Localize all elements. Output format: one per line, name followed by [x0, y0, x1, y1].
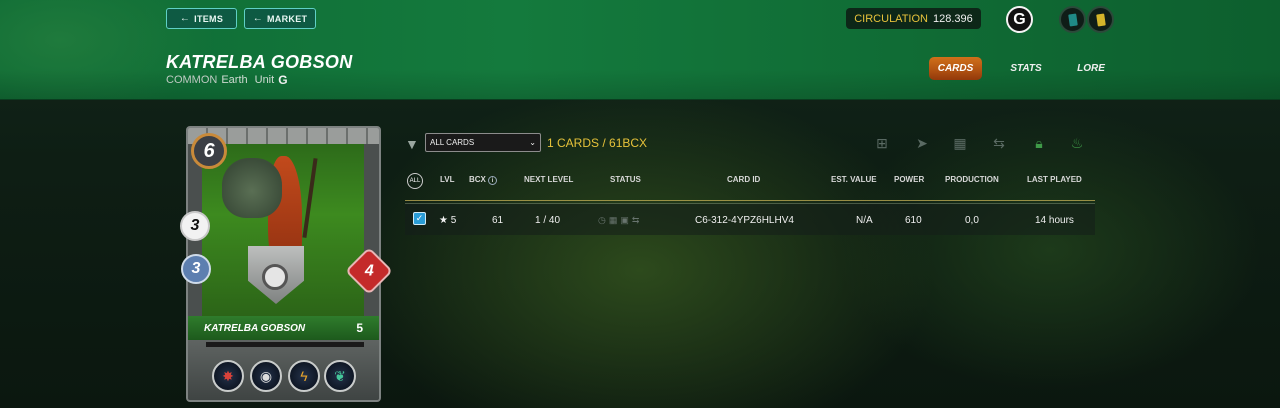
swap-status-icon: ⇆ — [631, 215, 643, 225]
shield-ability-icon: ◉ — [250, 360, 282, 392]
send-icon[interactable]: ➤ — [913, 134, 931, 152]
speed-stat: 3 — [181, 254, 211, 284]
card-name-bar: KATRELBA GOBSON 5 — [188, 316, 379, 340]
header-power: POWER — [894, 175, 925, 184]
row-checkbox[interactable]: ✓ — [413, 212, 426, 225]
circulation-value: 128.396 — [932, 12, 973, 25]
header-card-id: CARD ID — [727, 175, 761, 184]
card-subtitle: COMMON Earth Unit G — [166, 73, 288, 87]
cell-production: 0,0 — [965, 215, 979, 226]
nature-ability-icon: ❦ — [324, 360, 356, 392]
combine-icon[interactable]: ⊞ — [873, 134, 891, 152]
card-xp-bar — [206, 342, 364, 347]
header: ← ITEMS ← MARKET CIRCULATION 128.396 G K… — [0, 0, 1280, 100]
g-letter: G — [1013, 10, 1026, 28]
header-bcx: BCX i — [469, 175, 498, 185]
attack-stat: 3 — [180, 211, 210, 241]
header-production: PRODUCTION — [945, 175, 999, 184]
type-label: Unit — [254, 74, 275, 86]
edition-icon: G — [278, 73, 288, 87]
store-status-icon: ▦ — [608, 215, 621, 225]
store-icon[interactable]: ▦ — [951, 134, 969, 152]
tab-stats[interactable]: STATS — [1004, 57, 1048, 80]
cell-bcx: 61 — [492, 215, 504, 226]
market-back-button[interactable]: ← MARKET — [244, 8, 316, 29]
burn-icon[interactable]: ♨ — [1068, 134, 1086, 152]
cell-est-value: N/A — [856, 215, 873, 226]
header-status: STATUS — [610, 175, 641, 184]
market-label: MARKET — [267, 13, 308, 24]
info-icon[interactable]: i — [488, 176, 498, 185]
circulation-display: CIRCULATION 128.396 — [846, 8, 981, 29]
lock-icon[interactable]: 🔒︎ — [1030, 134, 1048, 152]
swap-icon[interactable]: ⇆ — [990, 134, 1008, 152]
chevron-down-icon: ⌄ — [529, 138, 536, 147]
tab-lore[interactable]: LORE — [1072, 57, 1110, 80]
lock-status-icon: ▣ — [620, 215, 632, 225]
regular-edition-card-icon[interactable] — [1059, 6, 1086, 33]
cell-card-id[interactable]: C6-312-4YPZ6HLHV4 — [695, 215, 794, 226]
header-last-played: LAST PLAYED — [1027, 175, 1082, 184]
tab-cards[interactable]: CARDS — [929, 57, 982, 80]
card-name-on-card: KATRELBA GOBSON — [204, 322, 306, 334]
header-divider — [405, 200, 1095, 201]
header-next-level: NEXT LEVEL — [524, 175, 574, 184]
element-label: Earth — [221, 74, 248, 86]
items-back-button[interactable]: ← ITEMS — [166, 8, 237, 29]
cell-last-played: 14 hours — [1035, 215, 1074, 226]
lightning-ability-icon: ϟ — [288, 360, 320, 392]
filter-icon: ▼ — [405, 136, 419, 152]
card-filter-value: ALL CARDS — [430, 138, 475, 147]
blast-ability-icon: ✸ — [212, 360, 244, 392]
card-count: 1 CARDS / 61BCX — [547, 136, 648, 150]
clock-icon: ◷ — [598, 215, 609, 225]
mana-stat: 6 — [191, 133, 227, 169]
card-title: KATRELBA GOBSON — [166, 52, 353, 72]
header-lvl: LVL — [440, 175, 455, 184]
gold-foil-toggle-icon[interactable]: G — [1006, 6, 1033, 33]
blue-card-shape — [1067, 13, 1078, 26]
header-est-value: EST. VALUE — [831, 175, 877, 184]
card-art-goblin — [222, 158, 282, 218]
cell-next-level: 1 / 40 — [535, 215, 561, 226]
arrow-left-icon: ← — [252, 13, 263, 24]
arrow-left-icon: ← — [179, 13, 191, 24]
status-icons: ◷▦▣⇆ — [598, 215, 642, 226]
yellow-card-shape — [1095, 13, 1106, 26]
card-level-on-card: 5 — [356, 321, 363, 335]
select-all-toggle[interactable]: ALL — [407, 173, 423, 189]
items-label: ITEMS — [194, 13, 224, 24]
header-bcx-label: BCX — [469, 175, 486, 184]
table-row[interactable]: ✓ ★ 5 61 1 / 40 ◷▦▣⇆ C6-312-4YPZ6HLHV4 N… — [405, 204, 1095, 235]
rarity-label: COMMON — [166, 74, 218, 86]
card-art-shield-emblem — [262, 264, 288, 290]
circulation-label: CIRCULATION — [854, 12, 928, 25]
health-value: 4 — [364, 262, 374, 279]
cell-lvl: ★ 5 — [439, 215, 457, 226]
gold-edition-card-icon[interactable] — [1087, 6, 1114, 33]
card-filter-select[interactable]: ALL CARDS ⌄ — [425, 133, 541, 152]
cell-power: 610 — [905, 215, 922, 226]
